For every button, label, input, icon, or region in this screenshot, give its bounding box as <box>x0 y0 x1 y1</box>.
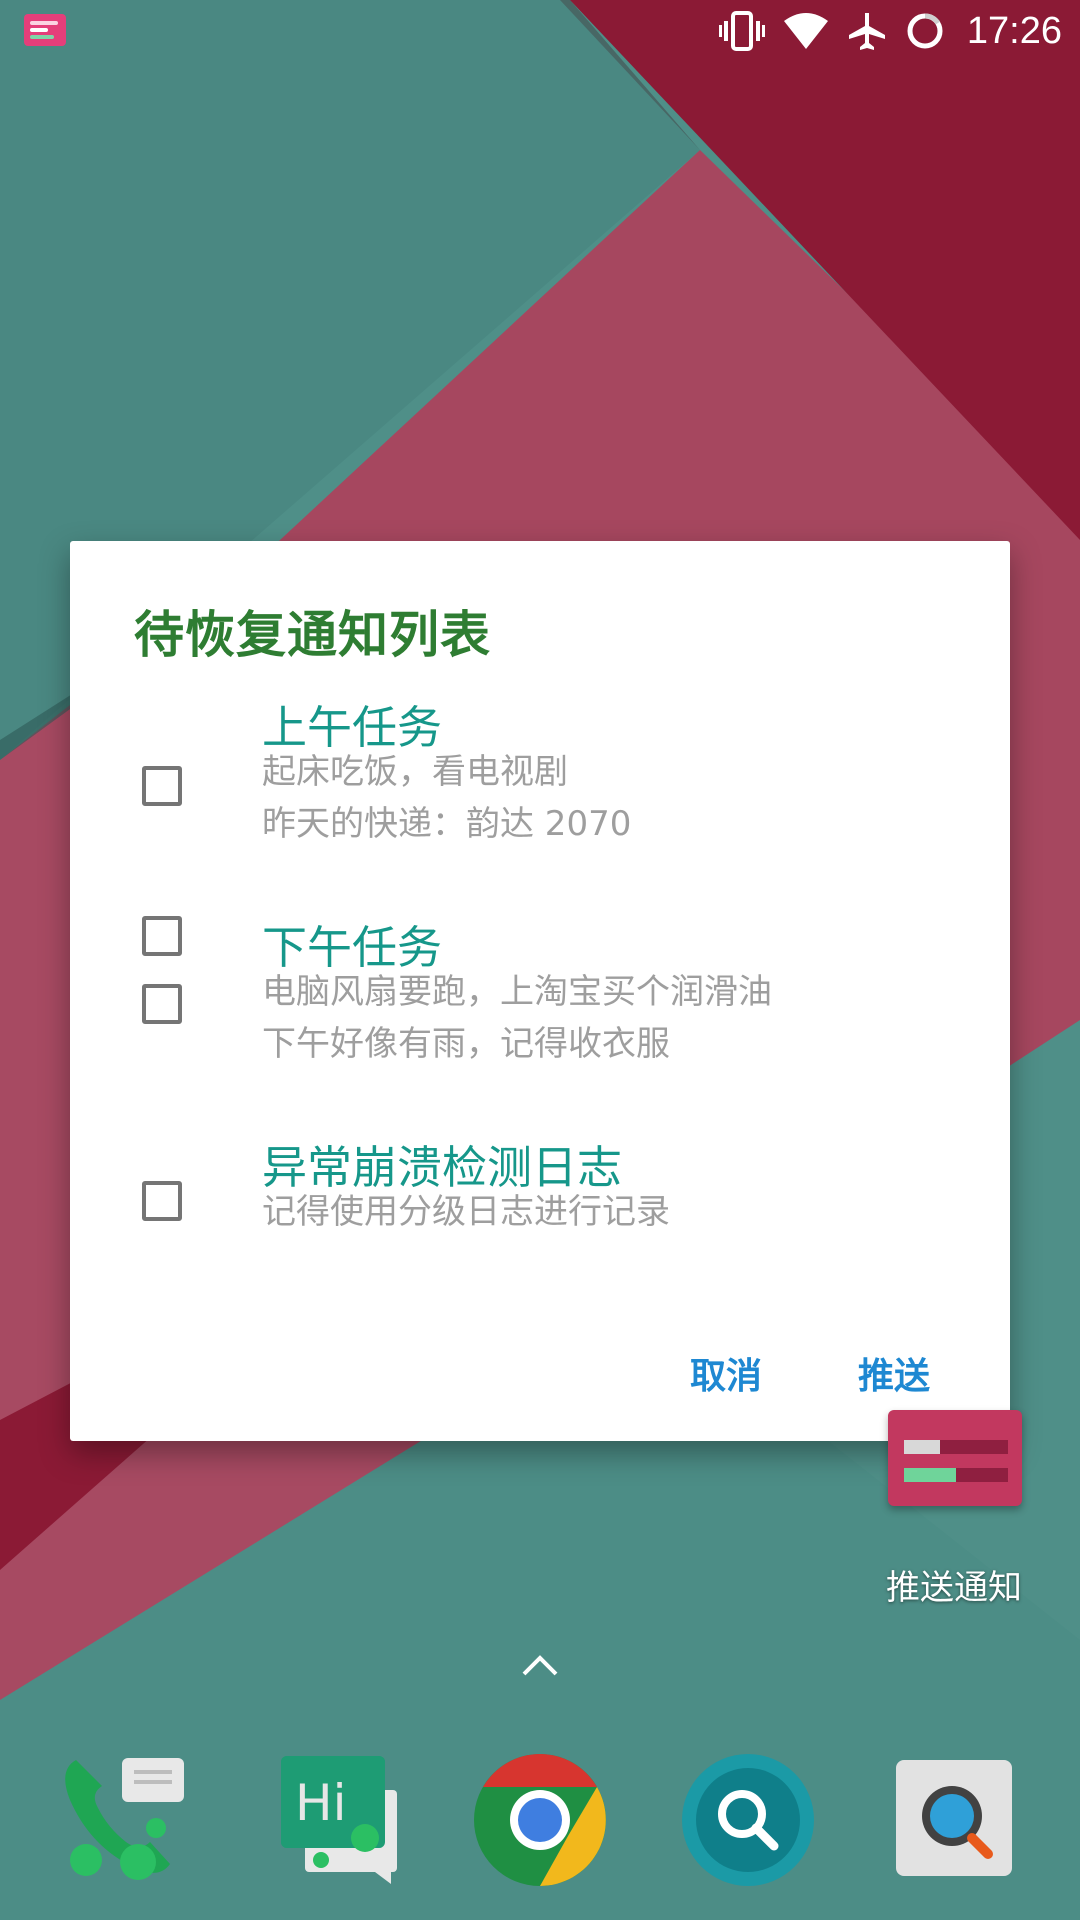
checkbox-afternoon[interactable] <box>142 984 182 1024</box>
search-app-icon[interactable] <box>678 1750 818 1890</box>
push-notification-app-icon[interactable] <box>888 1410 1022 1506</box>
checkbox-crash-log[interactable] <box>142 1181 182 1221</box>
status-icons: 17:26 <box>718 8 1062 54</box>
status-bar: 17:26 <box>0 0 1080 62</box>
checkbox-morning[interactable] <box>142 916 182 956</box>
wifi-icon <box>783 13 828 49</box>
item-line: 昨天的快递：韵达 2070 <box>262 804 632 844</box>
magnifier-app-icon[interactable] <box>884 1750 1024 1890</box>
item-line: 电脑风扇要跑，上淘宝买个润滑油 <box>262 972 772 1012</box>
restore-notifications-dialog: 待恢复通知列表 上午任务 起床吃饭，看电视剧 昨天的快递：韵达 2070 下午任… <box>70 541 1010 1441</box>
vibrate-icon <box>718 11 765 51</box>
hi-chat-icon[interactable]: Hi <box>265 1750 405 1890</box>
item-line: 起床吃饭，看电视剧 <box>262 752 568 792</box>
item-line: 下午好像有雨，记得收衣服 <box>262 1024 670 1064</box>
dialog-title: 待恢复通知列表 <box>134 606 491 664</box>
svg-text:Hi: Hi <box>295 1774 347 1832</box>
checkbox-morning[interactable] <box>142 766 182 806</box>
chevron-up-icon[interactable] <box>520 1650 560 1680</box>
status-time: 17:26 <box>966 9 1062 52</box>
airplane-icon <box>848 13 885 50</box>
push-notification-app-label[interactable]: 推送通知 <box>886 1560 1022 1609</box>
chrome-icon[interactable] <box>470 1750 610 1890</box>
push-button[interactable]: 推送 <box>858 1347 930 1399</box>
item-line: 记得使用分级日志进行记录 <box>262 1192 670 1232</box>
notification-app-icon <box>24 14 66 46</box>
battery-ring-icon <box>907 13 943 49</box>
phone-messages-icon[interactable] <box>56 1750 196 1890</box>
cancel-button[interactable]: 取消 <box>690 1347 762 1399</box>
